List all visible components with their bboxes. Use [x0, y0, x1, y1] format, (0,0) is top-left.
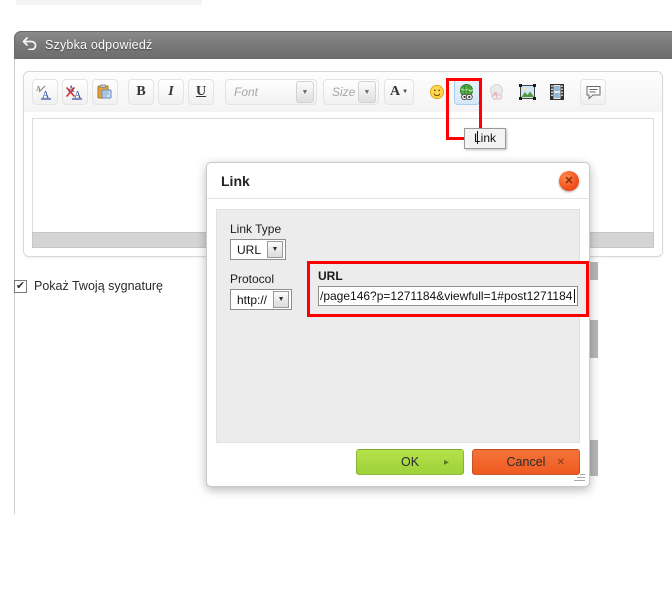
dialog-title-bar: Link ✕: [207, 163, 589, 199]
link-type-label: Link Type: [230, 222, 286, 236]
ok-button-label: OK: [401, 455, 419, 469]
protocol-value: http://: [237, 293, 273, 307]
quick-reply-title: Szybka odpowiedź: [45, 38, 152, 52]
close-x-icon: ✕: [557, 457, 565, 468]
link-tooltip: Link: [464, 128, 506, 149]
strip-formatting-button[interactable]: A A: [62, 79, 88, 105]
editor-toolbar: A A A A: [24, 72, 662, 112]
chevron-down-icon: ▼: [273, 291, 289, 308]
link-type-select[interactable]: URL ▼: [230, 239, 286, 260]
page-top-strip: [16, 0, 202, 5]
font-family-select[interactable]: Font ▼: [225, 79, 317, 105]
cancel-button[interactable]: Cancel ✕: [472, 449, 580, 475]
svg-text:A: A: [36, 85, 41, 93]
ok-button[interactable]: OK ▸: [356, 449, 464, 475]
show-signature-row[interactable]: ✔ Pokaż Twoją sygnaturę: [14, 279, 163, 293]
text-caret: [574, 289, 575, 303]
underline-button[interactable]: U: [188, 79, 214, 105]
remove-format-button[interactable]: A A: [32, 79, 58, 105]
bold-button[interactable]: B: [128, 79, 154, 105]
unlink-button[interactable]: [484, 79, 510, 105]
dialog-content: Link Type URL ▼ Protocol http:// ▼ URL /…: [216, 209, 580, 443]
dialog-resize-handle[interactable]: [572, 470, 585, 483]
panel-left-border: [14, 262, 15, 514]
protocol-select[interactable]: http:// ▼: [230, 289, 292, 310]
protocol-label: Protocol: [230, 272, 292, 286]
insert-video-button[interactable]: [544, 79, 570, 105]
url-input[interactable]: /page146?p=1271184&viewfull=1#post127118…: [318, 286, 578, 306]
insert-image-button[interactable]: [514, 79, 540, 105]
screen: Szybka odpowiedź A A A A: [0, 0, 672, 614]
protocol-field: Protocol http:// ▼: [230, 272, 292, 310]
background-scroll-mark: [589, 320, 598, 358]
font-size-value: Size: [332, 85, 355, 99]
show-signature-label: Pokaż Twoją sygnaturę: [34, 279, 163, 293]
url-field-highlight: URL /page146?p=1271184&viewfull=1#post12…: [307, 261, 589, 317]
arrow-right-icon: ▸: [444, 457, 449, 468]
link-dialog: Link ✕ Link Type URL ▼ Protocol http:// …: [206, 162, 590, 487]
dialog-footer: OK ▸ Cancel ✕: [216, 447, 580, 477]
font-size-select[interactable]: Size ▼: [323, 79, 379, 105]
font-family-value: Font: [234, 85, 258, 99]
text-color-button[interactable]: A ▼: [384, 79, 414, 105]
chevron-down-icon: ▼: [358, 81, 376, 103]
quick-reply-header: Szybka odpowiedź: [14, 31, 672, 59]
back-arrow-icon[interactable]: [15, 36, 45, 55]
italic-button[interactable]: I: [158, 79, 184, 105]
link-type-field: Link Type URL ▼: [230, 222, 286, 260]
url-label: URL: [318, 269, 578, 283]
link-type-value: URL: [237, 243, 267, 257]
tooltip-caret: [477, 131, 478, 144]
checkmark-icon: ✔: [16, 281, 25, 292]
chevron-down-icon: ▼: [296, 81, 314, 103]
url-input-value: /page146?p=1271184&viewfull=1#post127118…: [320, 289, 572, 303]
close-icon[interactable]: ✕: [559, 171, 579, 191]
dialog-title: Link: [221, 173, 250, 189]
background-scroll-mark: [589, 440, 598, 476]
quote-button[interactable]: [580, 79, 606, 105]
paste-button[interactable]: [92, 79, 118, 105]
show-signature-checkbox[interactable]: ✔: [14, 280, 27, 293]
cancel-button-label: Cancel: [507, 455, 546, 469]
chevron-down-icon: ▼: [267, 241, 283, 258]
